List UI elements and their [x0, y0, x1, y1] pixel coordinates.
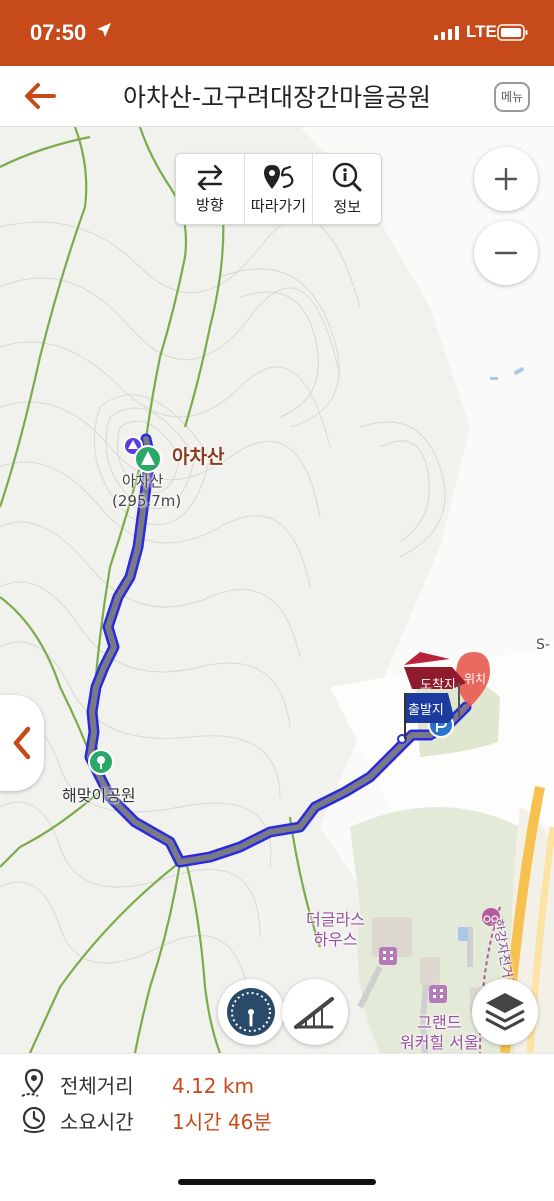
map-toolbox: 방향 따라가기 정보 — [175, 153, 382, 225]
speedometer-button[interactable] — [218, 979, 284, 1045]
mountain-peak-icon — [134, 445, 162, 473]
route-distance-icon — [21, 1068, 44, 1097]
map-layers-button[interactable] — [472, 979, 538, 1045]
plus-icon — [494, 167, 518, 191]
departure-flag-label: 출발지 — [408, 703, 444, 718]
status-time: 07:50 — [30, 20, 87, 45]
hotel-icon — [379, 947, 397, 965]
slope-icon — [294, 997, 334, 1029]
network-type: LTE — [466, 22, 497, 41]
menu-button[interactable]: 메뉴 — [494, 82, 530, 112]
map-canvas[interactable] — [0, 127, 554, 1053]
status-bar: 07:50 LTE — [0, 0, 554, 66]
follow-route-icon — [263, 164, 293, 189]
peak-elevation-label: (295.7m) — [112, 492, 182, 510]
info-button[interactable]: 정보 — [313, 154, 381, 224]
zoom-in-button[interactable] — [474, 147, 538, 211]
peak-name-label: 아차산 — [172, 446, 225, 468]
direction-button[interactable]: 방향 — [176, 154, 245, 224]
side-panel-toggle[interactable] — [0, 695, 44, 791]
follow-button-label: 따라가기 — [250, 196, 307, 215]
layers-icon — [485, 993, 525, 1031]
zoom-out-button[interactable] — [474, 221, 538, 285]
peak-sub-label: 아차산 — [122, 472, 164, 490]
app-header: 아차산-고구려대장간마을공원 메뉴 — [0, 66, 554, 127]
current-location-label: 위치 — [464, 672, 487, 686]
park-name-label: 해맞이공원 — [62, 786, 136, 805]
park-marker-icon — [88, 749, 114, 775]
duration-value: 1시간 46분 — [172, 1110, 272, 1134]
back-arrow-icon[interactable] — [22, 80, 58, 112]
duration-label: 소요시간 — [60, 1110, 134, 1134]
poi-grand-walkerhill: 그랜드 워커힐 서울 — [400, 1013, 479, 1052]
direction-button-label: 방향 — [196, 195, 224, 214]
duration-row: 소요시간 1시간 46분 — [20, 1106, 272, 1135]
info-icon — [332, 162, 362, 191]
chevron-left-icon — [13, 726, 31, 760]
battery-icon — [497, 24, 528, 41]
page-title: 아차산-고구려대장간마을공원 — [122, 83, 432, 112]
speedometer-icon — [227, 988, 275, 1036]
arrival-flag-label: 도착지 — [420, 678, 456, 693]
distance-row: 전체거리 4.12 km — [20, 1068, 254, 1099]
home-indicator[interactable] — [178, 1179, 376, 1185]
minus-icon — [494, 251, 518, 255]
map-edge-label: S- — [536, 637, 550, 653]
distance-label: 전체거리 — [60, 1074, 134, 1098]
location-arrow-icon — [97, 23, 111, 37]
map-view[interactable]: 아차산 아차산 (295.7m) 해맞이공원 도착지 출발지 위치 더글라스 하… — [0, 127, 554, 1053]
follow-button[interactable]: 따라가기 — [245, 154, 314, 224]
poi-douglas-house: 더글라스 하우스 — [306, 910, 365, 949]
hiking-trails — [0, 127, 322, 1053]
clock-icon — [22, 1106, 46, 1133]
hotel-icon — [429, 985, 447, 1003]
terrain-3d-button[interactable] — [282, 979, 348, 1045]
swap-direction-icon — [197, 164, 223, 190]
info-button-label: 정보 — [333, 197, 361, 216]
distance-value: 4.12 km — [172, 1074, 254, 1098]
signal-icon — [434, 26, 459, 40]
